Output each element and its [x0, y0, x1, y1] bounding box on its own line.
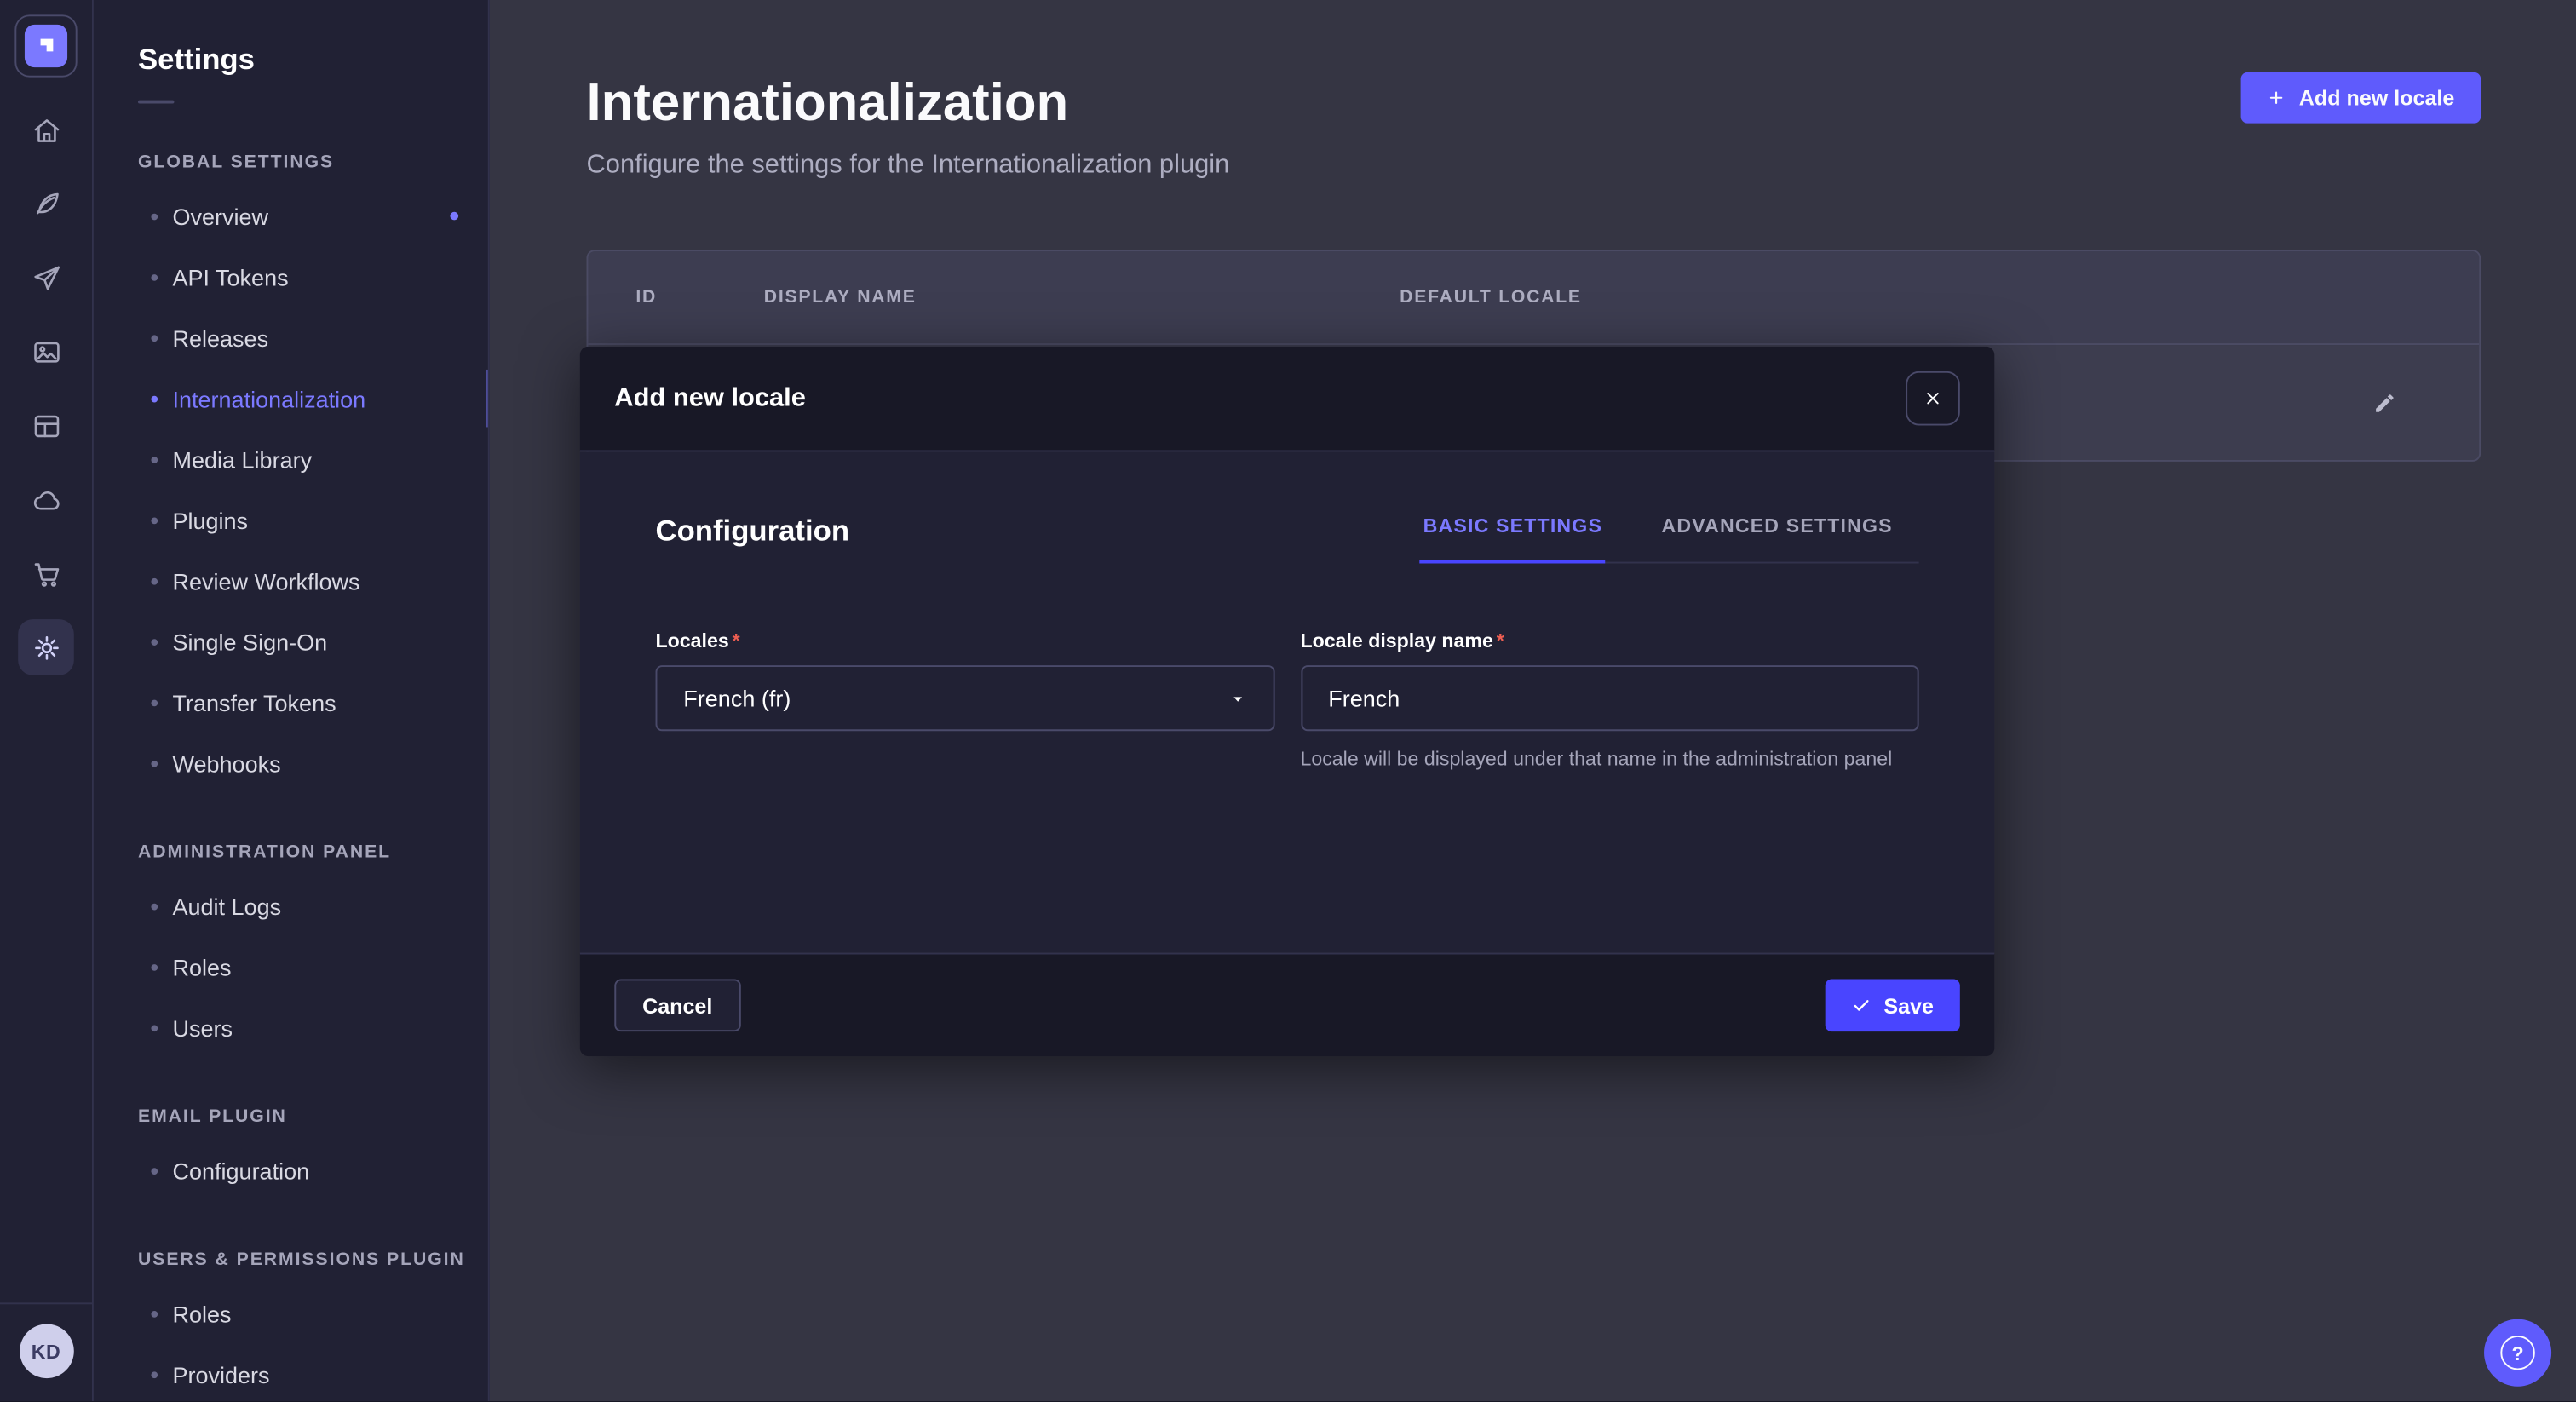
bullet-icon: [151, 517, 158, 524]
bullet-icon: [151, 456, 158, 463]
bullet-icon: [151, 1370, 158, 1377]
sidebar-item-api-tokens[interactable]: API Tokens: [138, 246, 488, 307]
bullet-icon: [151, 577, 158, 584]
locales-field: Locales* French (fr): [656, 629, 1274, 774]
sidebar-item-review-workflows[interactable]: Review Workflows: [138, 550, 488, 611]
cancel-button[interactable]: Cancel: [614, 979, 740, 1031]
shopping-cart-icon: [31, 558, 62, 589]
feather-icon: [31, 188, 62, 220]
releases-button[interactable]: [18, 250, 74, 306]
nav-list-users-permissions: Roles Providers: [138, 1283, 488, 1401]
tab-basic-settings[interactable]: BASIC SETTINGS: [1420, 511, 1606, 564]
media-library-button[interactable]: [18, 324, 74, 380]
sidebar-item-admin-users[interactable]: Users: [138, 997, 488, 1058]
bullet-icon: [151, 638, 158, 645]
sidebar-title: Settings: [138, 43, 488, 78]
sidebar-item-media-library[interactable]: Media Library: [138, 428, 488, 489]
locales-label: Locales*: [656, 629, 1274, 652]
section-label-email-plugin: EMAIL PLUGIN: [138, 1107, 488, 1127]
nav-list-global-settings: Overview API Tokens Releases Internation…: [138, 186, 488, 794]
workspace-logo-button[interactable]: [14, 14, 77, 77]
cloud-icon: [31, 484, 62, 515]
sidebar-item-overview[interactable]: Overview: [138, 186, 488, 246]
close-modal-button[interactable]: [1906, 371, 1960, 426]
bullet-icon: [151, 1024, 158, 1031]
check-icon: [1851, 996, 1871, 1015]
bullet-icon: [151, 963, 158, 970]
nav-list-administration-panel: Audit Logs Roles Users: [138, 876, 488, 1058]
locales-select-value: French (fr): [683, 685, 791, 711]
strapi-logo-icon: [25, 25, 67, 67]
bullet-icon: [151, 903, 158, 910]
add-locale-modal: Add new locale Configuration BASIC SETTI…: [580, 347, 1995, 1056]
sidebar-item-up-roles[interactable]: Roles: [138, 1283, 488, 1343]
marketplace-button[interactable]: [18, 545, 74, 601]
bullet-icon: [151, 1167, 158, 1174]
sidebar-item-plugins[interactable]: Plugins: [138, 490, 488, 550]
user-avatar[interactable]: KD: [19, 1324, 73, 1378]
required-marker: *: [733, 629, 740, 652]
display-name-field: Locale display name* Locale will be disp…: [1300, 629, 1918, 774]
bullet-icon: [151, 1310, 158, 1317]
display-name-input[interactable]: [1328, 667, 1891, 729]
settings-sidebar: Settings GLOBAL SETTINGS Overview API To…: [94, 0, 490, 1401]
app-screen: KD Settings GLOBAL SETTINGS Overview API…: [0, 0, 2576, 1401]
sidebar-item-providers[interactable]: Providers: [138, 1344, 488, 1402]
section-label-global-settings: GLOBAL SETTINGS: [138, 152, 488, 172]
sidebar-item-releases[interactable]: Releases: [138, 307, 488, 368]
modal-footer: Cancel Save: [580, 953, 1995, 1057]
tab-advanced-settings[interactable]: ADVANCED SETTINGS: [1659, 511, 1896, 564]
bullet-icon: [151, 760, 158, 767]
modal-header: Add new locale: [580, 347, 1995, 451]
bullet-icon: [151, 699, 158, 706]
configuration-title: Configuration: [656, 511, 850, 550]
chevron-down-icon: [1228, 689, 1246, 707]
bullet-icon: [151, 395, 158, 402]
icon-rail: KD: [0, 0, 94, 1401]
sidebar-item-audit-logs[interactable]: Audit Logs: [138, 876, 488, 936]
settings-tabs: BASIC SETTINGS ADVANCED SETTINGS: [1420, 511, 1919, 564]
home-button[interactable]: [18, 102, 74, 158]
settings-button[interactable]: [18, 619, 74, 675]
notification-dot: [450, 212, 458, 221]
content-type-builder-button[interactable]: [18, 398, 74, 454]
nav-list-email-plugin: Configuration: [138, 1140, 488, 1200]
display-name-hint: Locale will be displayed under that name…: [1300, 746, 1918, 775]
layout-icon: [31, 410, 62, 441]
locales-select[interactable]: French (fr): [656, 665, 1274, 731]
sidebar-item-admin-roles[interactable]: Roles: [138, 936, 488, 997]
rail-footer: KD: [0, 1302, 92, 1401]
sidebar-item-single-sign-on[interactable]: Single Sign-On: [138, 611, 488, 671]
close-icon: [1922, 388, 1943, 409]
required-marker: *: [1497, 629, 1504, 652]
display-name-label: Locale display name*: [1300, 629, 1918, 652]
active-item-indicator: [486, 370, 490, 428]
sidebar-item-transfer-tokens[interactable]: Transfer Tokens: [138, 672, 488, 733]
cloud-button[interactable]: [18, 472, 74, 528]
configuration-row: Configuration BASIC SETTINGS ADVANCED SE…: [656, 511, 1919, 564]
paper-plane-icon: [31, 262, 62, 294]
sidebar-title-divider: [138, 101, 174, 104]
bullet-icon: [151, 213, 158, 220]
images-icon: [31, 336, 62, 367]
sidebar-item-email-configuration[interactable]: Configuration: [138, 1140, 488, 1200]
bullet-icon: [151, 273, 158, 280]
home-icon: [31, 114, 62, 146]
display-name-input-wrapper: [1300, 665, 1918, 731]
modal-body: Configuration BASIC SETTINGS ADVANCED SE…: [580, 451, 1995, 952]
bullet-icon: [151, 334, 158, 341]
section-label-administration-panel: ADMINISTRATION PANEL: [138, 842, 488, 862]
content-manager-button[interactable]: [18, 175, 74, 232]
modal-title: Add new locale: [614, 383, 806, 413]
locale-form: Locales* French (fr) Locale display name…: [656, 629, 1919, 774]
sidebar-item-webhooks[interactable]: Webhooks: [138, 733, 488, 793]
sidebar-item-internationalization[interactable]: Internationalization: [138, 368, 488, 428]
rail-nav: [18, 102, 74, 675]
gear-icon: [31, 632, 62, 664]
save-button[interactable]: Save: [1825, 979, 1960, 1031]
section-label-users-permissions-plugin: USERS & PERMISSIONS PLUGIN: [138, 1250, 488, 1270]
